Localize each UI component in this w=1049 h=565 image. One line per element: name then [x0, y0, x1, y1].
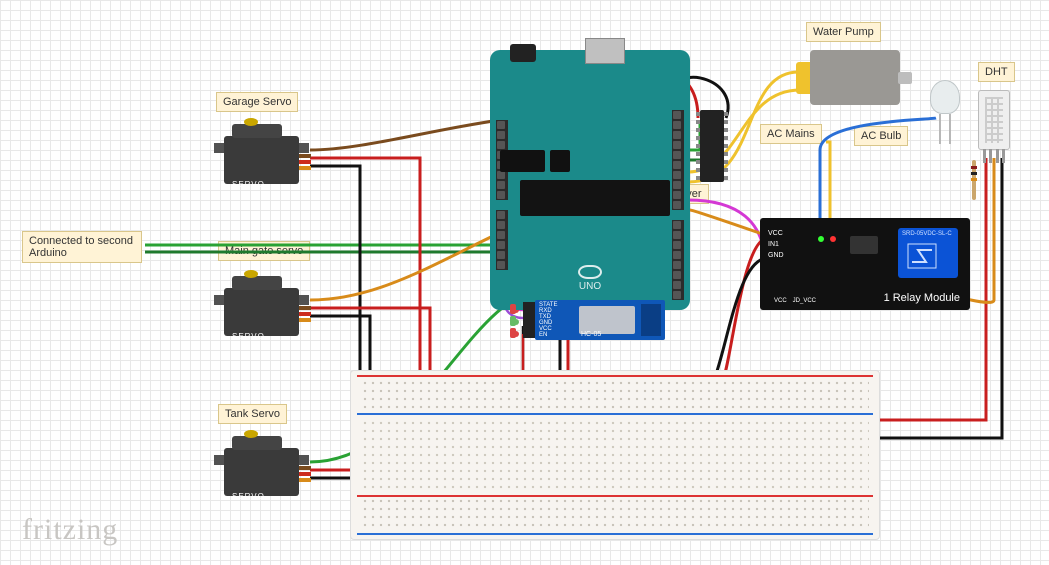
label-ac-bulb: AC Bulb: [854, 126, 908, 146]
arduino-power-jack: [510, 44, 536, 62]
servo-garage[interactable]: SERVO: [214, 118, 309, 193]
servo-tank[interactable]: SERVO: [214, 430, 309, 505]
arduino-component: [500, 150, 545, 172]
water-pump-motor[interactable]: [810, 50, 900, 105]
motor-driver-ic[interactable]: [700, 110, 724, 182]
relay-cube: SRD-05VDC-SL-C: [898, 228, 958, 278]
arduino-atmega-chip: [520, 180, 670, 216]
bt-pin-header: [523, 302, 535, 338]
relay-jumper-pins: VCC JD_VCC: [774, 298, 816, 304]
relay-module[interactable]: VCC IN1 GND SRD-05VDC-SL-C VCC JD_VCC 1 …: [760, 218, 970, 310]
relay-input-pins: VCC IN1 GND: [768, 230, 784, 259]
bluetooth-hc05-module[interactable]: STATE RXD TXD GND VCC EN HC-05: [535, 300, 665, 340]
label-garage-servo: Garage Servo: [216, 92, 298, 112]
status-led-green: [510, 316, 516, 326]
servo-main-gate[interactable]: SERVO: [214, 270, 309, 345]
arduino-component: [550, 150, 570, 172]
relay-led-green: [818, 236, 824, 242]
dht-sensor[interactable]: [978, 90, 1010, 150]
status-led-red-2: [510, 304, 516, 314]
arduino-logo: UNO: [578, 265, 602, 292]
relay-led-red: [830, 236, 836, 242]
relay-title: 1 Relay Module: [884, 292, 960, 304]
label-ac-mains: AC Mains: [760, 124, 822, 144]
fritzing-watermark: fritzing: [22, 513, 118, 547]
pullup-resistor[interactable]: [972, 160, 976, 200]
ac-bulb-led[interactable]: [930, 80, 960, 140]
label-connected-second-arduino: Connected to second Arduino: [22, 231, 142, 263]
label-main-gate-servo: Main gate servo: [218, 241, 310, 261]
arduino-uno-board[interactable]: UNO: [490, 50, 690, 310]
bt-antenna: [641, 304, 661, 336]
relay-optocoupler: [850, 236, 878, 254]
label-dht: DHT: [978, 62, 1015, 82]
bt-rf-shield: [579, 306, 635, 334]
arduino-usb-port: [585, 38, 625, 64]
status-led-red: [510, 328, 516, 338]
breadboard[interactable]: [350, 370, 880, 540]
label-water-pump: Water Pump: [806, 22, 881, 42]
bt-pin-labels: STATE RXD TXD GND VCC EN: [539, 302, 557, 338]
label-tank-servo: Tank Servo: [218, 404, 287, 424]
bt-model-text: HC-05: [581, 331, 601, 338]
